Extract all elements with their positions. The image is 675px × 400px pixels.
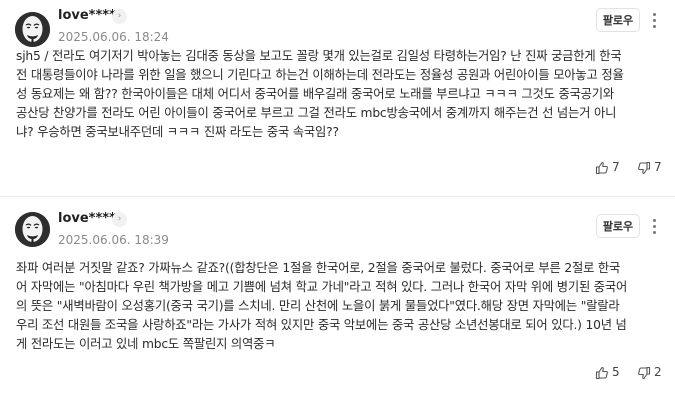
timestamp: 2025.06.06. 18:39 (58, 233, 169, 247)
thumbs-up-icon (595, 366, 608, 380)
follow-button[interactable]: 팔로우 (596, 214, 640, 238)
more-options-icon[interactable] (648, 10, 662, 30)
comment-text: sjh5 / 전라도 여기저기 박아놓는 김대중 동상을 보고도 꼴랑 몇개 있… (16, 49, 624, 139)
comment-text: 좌파 여러분 거짓말 같죠? 가짜뉴스 같죠?((합창단은 1절을 한국어로, … (16, 261, 628, 351)
username[interactable]: love**** (58, 8, 116, 23)
more-options-icon[interactable] (648, 216, 662, 236)
chevron-right-icon[interactable]: › (112, 212, 127, 227)
comment-item: love**** › 2025.06.06. 18:24 팔로우 sjh5 / … (0, 0, 675, 196)
like-count: 7 (612, 160, 620, 174)
avatar[interactable] (15, 12, 50, 47)
thumbs-down-icon (638, 161, 651, 175)
mask-avatar-icon (15, 12, 50, 47)
thumbs-down-icon (638, 366, 651, 380)
timestamp: 2025.06.06. 18:24 (58, 30, 169, 44)
thumbs-up-icon (595, 161, 608, 175)
username[interactable]: love**** (58, 211, 116, 226)
divider (0, 196, 675, 197)
dislike-count: 7 (654, 160, 662, 174)
like-count: 5 (612, 365, 620, 379)
dislike-count: 2 (654, 365, 662, 379)
mask-avatar-icon (15, 212, 50, 247)
comment-item: love**** › 2025.06.06. 18:39 팔로우 좌파 여러분 … (0, 198, 675, 400)
avatar[interactable] (15, 212, 50, 247)
follow-button[interactable]: 팔로우 (596, 8, 640, 32)
chevron-right-icon[interactable]: › (112, 9, 127, 24)
